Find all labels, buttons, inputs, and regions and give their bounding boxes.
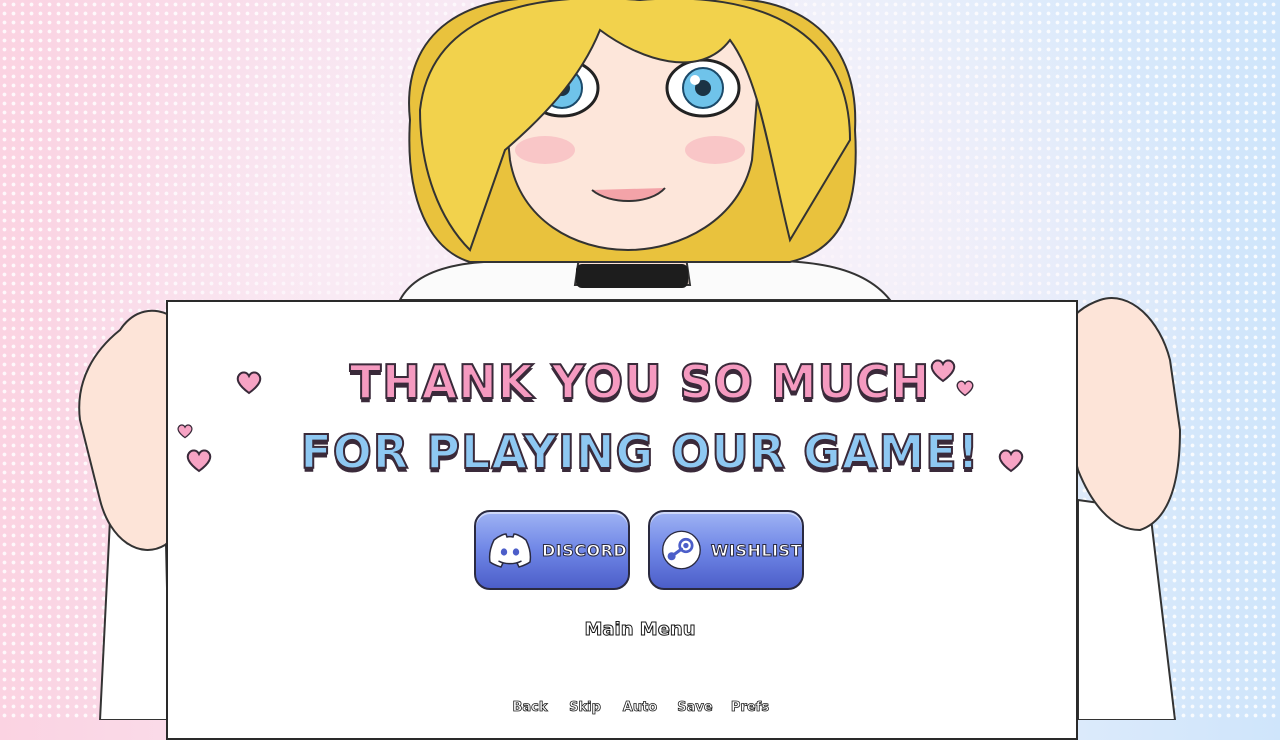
thank-you-heading: THANK YOU SO MUCH bbox=[349, 354, 931, 410]
discord-button[interactable]: DISCORD bbox=[474, 510, 630, 590]
discord-label: DISCORD bbox=[541, 540, 628, 560]
steam-icon bbox=[662, 530, 701, 570]
quick-menu: Back Skip Auto Save Prefs bbox=[0, 700, 1280, 716]
main-menu-button[interactable]: Main Menu bbox=[540, 619, 740, 641]
quick-save-button[interactable]: Save bbox=[668, 700, 723, 716]
wishlist-label: WISHLIST bbox=[710, 540, 802, 560]
quick-auto-button[interactable]: Auto bbox=[613, 700, 668, 716]
quick-prefs-button[interactable]: Prefs bbox=[723, 700, 778, 716]
playing-heading: FOR PLAYING OUR GAME! bbox=[299, 424, 980, 480]
quick-back-button[interactable]: Back bbox=[503, 700, 558, 716]
quick-skip-button[interactable]: Skip bbox=[558, 700, 613, 716]
wishlist-button[interactable]: WISHLIST bbox=[648, 510, 804, 590]
discord-icon bbox=[488, 533, 532, 568]
